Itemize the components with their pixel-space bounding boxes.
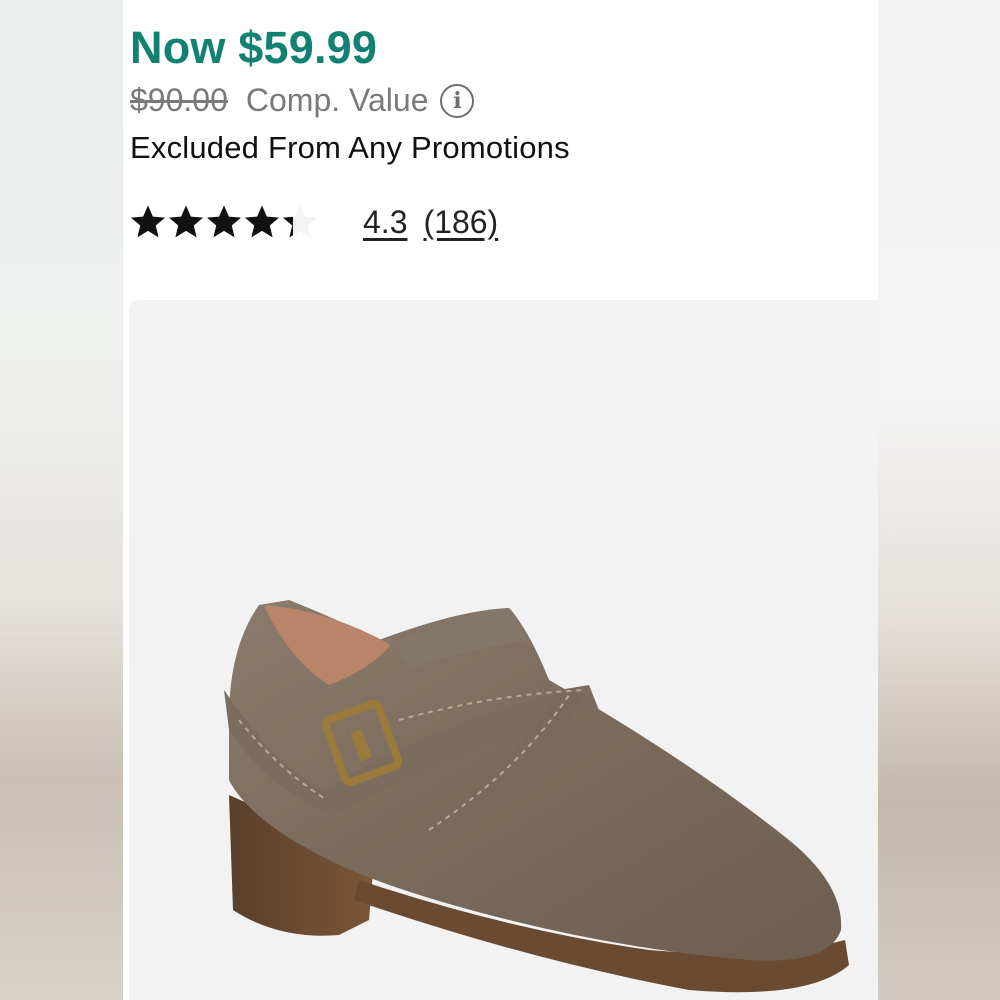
original-price: $90.00 bbox=[130, 82, 228, 118]
current-price: Now $59.99 bbox=[130, 22, 378, 73]
blurred-background-left bbox=[0, 0, 123, 1000]
comp-value-row: $90.00 Comp. Value i bbox=[130, 82, 475, 119]
rating-value-link[interactable]: 4.3 bbox=[363, 204, 407, 241]
star-icon bbox=[130, 205, 166, 238]
star-rating bbox=[129, 203, 319, 241]
product-image[interactable] bbox=[129, 300, 878, 1000]
product-panel: Now $59.99 $90.00 Comp. Value i Excluded… bbox=[123, 0, 878, 1000]
star-icon bbox=[282, 205, 318, 238]
promotion-exclusion-note: Excluded From Any Promotions bbox=[130, 130, 570, 165]
info-icon[interactable]: i bbox=[440, 83, 475, 118]
review-count-link[interactable]: (186) bbox=[423, 204, 498, 241]
star-icon bbox=[244, 205, 280, 238]
rating-row: 4.3 (186) bbox=[129, 203, 498, 241]
blurred-background-right bbox=[878, 0, 1000, 1000]
star-icon bbox=[168, 205, 204, 238]
comp-value-label: Comp. Value bbox=[245, 82, 429, 118]
ankle-bootie-image bbox=[224, 600, 849, 993]
star-icon bbox=[206, 205, 242, 238]
